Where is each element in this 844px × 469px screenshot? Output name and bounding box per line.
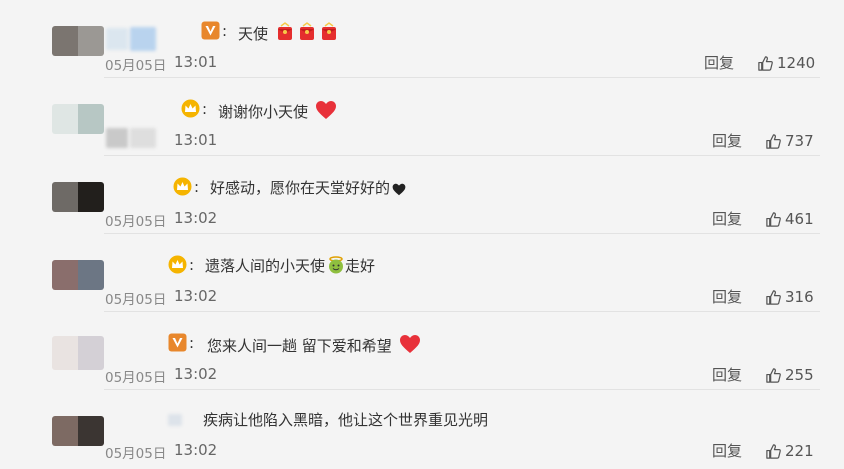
- like-count: 461: [785, 210, 814, 228]
- avatar[interactable]: [52, 336, 104, 370]
- like-button[interactable]: 221: [765, 442, 814, 460]
- like-count: 316: [785, 288, 814, 306]
- red-heart-emoji: [399, 334, 421, 359]
- red-envelope-emoji: [319, 22, 339, 47]
- comment-text-content: 遗落人间的小天使: [205, 257, 326, 275]
- vip-v-badge-icon: [201, 21, 220, 40]
- username-blurred[interactable]: [106, 28, 128, 50]
- reply-button[interactable]: 回复: [704, 52, 734, 73]
- thumbs-up-icon: [757, 55, 774, 72]
- vip-v-badge-icon: [168, 333, 187, 352]
- thumbs-up-icon: [765, 289, 782, 306]
- like-count: 1240: [777, 54, 816, 72]
- comment-time: 13:02: [174, 365, 218, 383]
- thumbs-up-icon: [765, 367, 782, 384]
- badge-blurred: [168, 414, 182, 426]
- crown-badge-icon: [181, 99, 200, 118]
- thumbs-up-icon: [765, 443, 782, 460]
- username-blurred[interactable]: [130, 27, 156, 51]
- crown-badge-icon: [173, 177, 192, 196]
- comment-item: : 谢谢你小天使 13:01 回复 737: [0, 78, 844, 156]
- comment-item: : 您来人间一趟 留下爱和希望 05月05日 13:02 回复 255: [0, 312, 844, 390]
- avatar[interactable]: [52, 182, 104, 212]
- like-count: 737: [785, 132, 814, 150]
- like-button[interactable]: 316: [765, 288, 814, 306]
- black-heart-emoji: [392, 181, 406, 201]
- comment-text: 疾病让他陷入黑暗，他让这个世界重见光明: [203, 410, 488, 430]
- comment-item: : 遗落人间的小天使 走好 05月05日 13:02 回复 316: [0, 234, 844, 312]
- like-button[interactable]: 737: [765, 132, 814, 150]
- red-envelope-emoji: [297, 22, 317, 47]
- avatar[interactable]: [52, 104, 104, 134]
- comment-date: 05月05日: [105, 292, 167, 308]
- like-button[interactable]: 461: [765, 210, 814, 228]
- comment-separator: :: [194, 178, 200, 196]
- reply-button[interactable]: 回复: [712, 130, 742, 151]
- comment-text: 天使: [238, 22, 339, 47]
- comment-text: 好感动，愿你在天堂好好的: [210, 178, 406, 201]
- like-count: 255: [785, 366, 814, 384]
- red-envelope-emoji: [275, 22, 295, 47]
- like-button[interactable]: 1240: [757, 54, 815, 72]
- username-blurred[interactable]: [106, 128, 128, 148]
- comment-time: 13:02: [174, 209, 218, 227]
- username-blurred[interactable]: [130, 128, 156, 148]
- avatar[interactable]: [52, 26, 104, 56]
- comment-time: 13:02: [174, 441, 218, 459]
- comment-item: : 天使 05月05日 13:01 回复 1240: [0, 0, 844, 78]
- comment-text-content: 您来人间一趟 留下爱和希望: [207, 337, 392, 355]
- reply-button[interactable]: 回复: [712, 364, 742, 385]
- reply-button[interactable]: 回复: [712, 286, 742, 307]
- comment-date: 05月05日: [105, 370, 167, 386]
- thumbs-up-icon: [765, 133, 782, 150]
- comment-separator: :: [202, 100, 208, 118]
- comment-time: 13:02: [174, 287, 218, 305]
- comment-text-content: 疾病让他陷入黑暗，他让这个世界重见光明: [203, 411, 489, 429]
- avatar[interactable]: [52, 260, 104, 290]
- comment-text-content: 谢谢你小天使: [218, 103, 309, 121]
- like-button[interactable]: 255: [765, 366, 814, 384]
- comment-separator: :: [222, 22, 228, 40]
- comment-date: 05月05日: [105, 58, 167, 74]
- comment-text-suffix: 走好: [345, 257, 376, 275]
- thumbs-up-icon: [765, 211, 782, 228]
- reply-button[interactable]: 回复: [712, 208, 742, 229]
- comment-time: 13:01: [174, 131, 218, 149]
- comment-date: 05月05日: [105, 214, 167, 230]
- comment-text: 您来人间一趟 留下爱和希望: [207, 334, 421, 359]
- comment-text: 遗落人间的小天使 走好: [205, 256, 375, 279]
- reply-button[interactable]: 回复: [712, 440, 742, 461]
- angel-face-emoji: [327, 256, 345, 279]
- comment-time: 13:01: [174, 53, 218, 71]
- comment-separator: :: [189, 334, 195, 352]
- comment-text: 谢谢你小天使: [218, 100, 337, 125]
- comment-text-content: 好感动，愿你在天堂好好的: [210, 179, 391, 197]
- red-heart-emoji: [315, 100, 337, 125]
- comment-text-content: 天使: [238, 25, 269, 43]
- comment-item: : 好感动，愿你在天堂好好的 05月05日 13:02 回复 461: [0, 156, 844, 234]
- avatar[interactable]: [52, 416, 104, 446]
- like-count: 221: [785, 442, 814, 460]
- comment-separator: :: [189, 256, 195, 274]
- comment-date: 05月05日: [105, 446, 167, 462]
- comment-item: 疾病让他陷入黑暗，他让这个世界重见光明 05月05日 13:02 回复 221: [0, 390, 844, 468]
- crown-badge-icon: [168, 255, 187, 274]
